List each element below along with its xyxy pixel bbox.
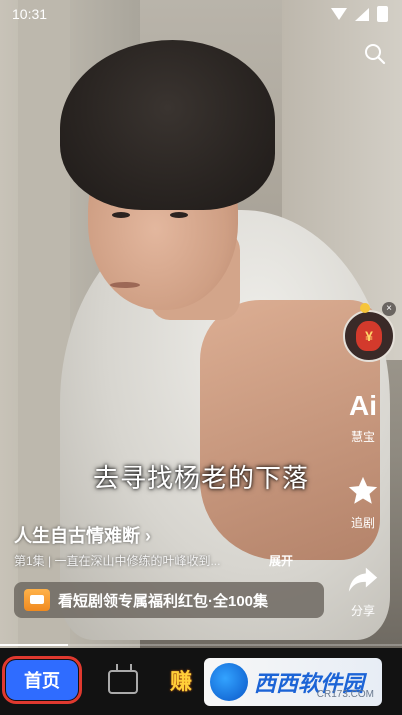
video-player[interactable]: [0, 0, 402, 648]
ai-assistant-label: 慧宝: [350, 430, 375, 444]
status-time: 10:31: [12, 6, 48, 22]
watermark-logo: 西西软件园 CR173.COM: [204, 658, 382, 706]
red-bag-icon: ¥: [356, 321, 382, 351]
tab-earn[interactable]: 赚: [170, 664, 192, 696]
tv-icon[interactable]: [108, 670, 138, 694]
wifi-icon: [331, 8, 347, 20]
watermark-logo-icon: [210, 663, 248, 701]
share-icon: [348, 567, 378, 592]
actor-hair: [60, 40, 275, 210]
system-icons: [331, 6, 388, 22]
coin-icon: [360, 303, 370, 313]
red-bag-reward-button[interactable]: ¥: [343, 310, 395, 362]
actor-eye-left: [112, 212, 130, 218]
share-button[interactable]: 分享: [338, 562, 388, 619]
ai-assistant-button[interactable]: Ai 慧宝: [338, 388, 388, 445]
close-icon[interactable]: ×: [382, 302, 396, 316]
video-icon: [24, 589, 50, 611]
expand-button[interactable]: 展开: [269, 552, 293, 569]
signal-icon: [355, 7, 369, 21]
share-label: 分享: [350, 604, 375, 618]
actor-eye-right: [170, 212, 188, 218]
tab-home[interactable]: 首页: [2, 656, 82, 704]
follow-drama-label: 追剧: [350, 516, 375, 530]
promo-banner[interactable]: 看短剧领专属福利红包·全100集: [14, 582, 324, 618]
video-progress-bar[interactable]: [0, 644, 402, 646]
episode-description: 第1集 | 一直在深山中修练的叶峰收到...: [14, 554, 221, 568]
watermark-sub: CR173.COM: [316, 689, 374, 700]
actor-mouth: [110, 282, 140, 288]
video-subtitle: 去寻找杨老的下落: [92, 463, 309, 493]
drama-title: 人生自古情难断: [14, 526, 140, 546]
chevron-right-icon: ›: [145, 526, 152, 546]
video-progress-fill: [0, 644, 69, 646]
tab-home-label: 首页: [24, 671, 60, 691]
promo-text: 看短剧领专属福利红包·全100集: [58, 592, 269, 610]
ai-glyph: Ai: [349, 390, 377, 421]
ai-icon: Ai: [349, 390, 377, 421]
status-bar: 10:31: [0, 0, 402, 30]
bottom-nav: 首页 赚 西西软件园 CR173.COM: [0, 648, 402, 715]
search-icon[interactable]: [363, 42, 387, 66]
battery-icon: [377, 6, 388, 22]
drama-title-link[interactable]: 人生自古情难断 ›: [14, 522, 151, 548]
